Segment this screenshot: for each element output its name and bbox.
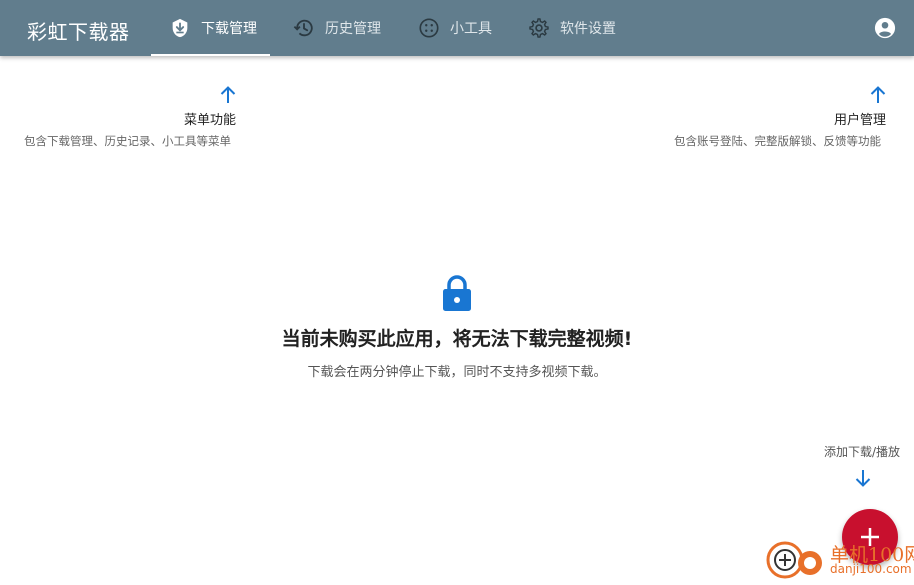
purchase-notice-title: 当前未购买此应用，将无法下载完整视频! xyxy=(281,328,633,350)
watermark-url: danji100.com xyxy=(830,562,912,576)
tools-dots-icon xyxy=(419,18,439,38)
tab-label: 软件设置 xyxy=(560,21,616,37)
watermark-badge-icon xyxy=(766,541,822,579)
account-circle-icon[interactable] xyxy=(874,17,896,39)
tab-settings[interactable]: 软件设置 xyxy=(528,0,616,56)
tab-tools[interactable]: 小工具 xyxy=(418,0,492,56)
arrow-up-icon xyxy=(870,86,886,103)
purchase-notice-subtitle: 下载会在两分钟停止下载，同时不支持多视频下载。 xyxy=(307,365,607,380)
download-shield-icon xyxy=(172,18,188,38)
lock-icon xyxy=(443,275,471,311)
add-download-hint: 添加下载/播放 xyxy=(824,445,901,459)
tab-label: 历史管理 xyxy=(325,21,381,37)
arrow-down-icon xyxy=(855,470,871,487)
menu-hint-description: 包含下载管理、历史记录、小工具等菜单 xyxy=(24,134,231,148)
app-title: 彩虹下载器 xyxy=(27,20,130,44)
tab-label: 小工具 xyxy=(450,21,492,37)
watermark-logo: 单机100网 danji100.com xyxy=(764,538,914,581)
tab-download-manager[interactable]: 下载管理 xyxy=(151,0,270,56)
arrow-up-icon xyxy=(220,86,236,103)
history-icon xyxy=(293,19,313,37)
gear-icon xyxy=(529,18,549,38)
tab-label: 下载管理 xyxy=(201,21,257,37)
tab-history[interactable]: 历史管理 xyxy=(293,0,381,56)
top-app-bar: 彩虹下载器 下载管理 历史管理 小工具 软件设置 xyxy=(0,0,914,56)
user-hint-description: 包含账号登陆、完整版解锁、反馈等功能 xyxy=(674,134,881,148)
user-hint-title: 用户管理 xyxy=(834,113,887,128)
menu-hint-title: 菜单功能 xyxy=(184,113,237,128)
